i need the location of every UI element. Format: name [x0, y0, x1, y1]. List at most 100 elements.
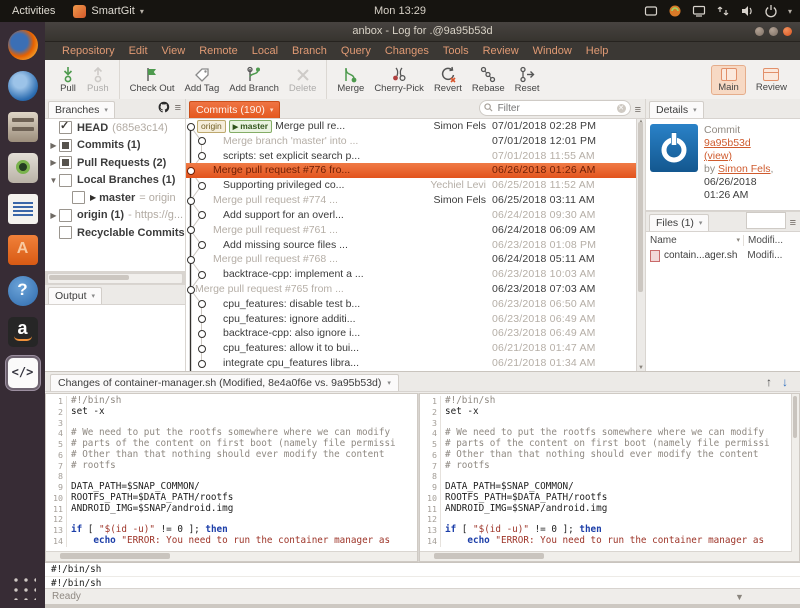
- expander-icon[interactable]: ▶: [48, 211, 59, 220]
- app-indicator[interactable]: SmartGit ▾: [73, 5, 143, 18]
- add-branch-button[interactable]: Add Branch: [224, 65, 284, 94]
- commit-row[interactable]: Merge pull request #768 ...06/24/2018 05…: [186, 252, 645, 267]
- diff-pane-right[interactable]: 1#!/bin/sh2set -x34# We need to put the …: [419, 393, 800, 562]
- commits-menu-icon[interactable]: ≡: [635, 105, 641, 115]
- reset-button[interactable]: Reset: [510, 65, 545, 94]
- files-filter-input[interactable]: [746, 212, 786, 229]
- commit-sha-link[interactable]: 9a95b53d: [704, 137, 751, 149]
- installer-icon[interactable]: [8, 235, 38, 265]
- commit-row[interactable]: Add support for an overl...06/24/2018 09…: [186, 208, 645, 223]
- cherry-pick-button[interactable]: Cherry-Pick: [369, 65, 429, 94]
- camera-icon[interactable]: [8, 153, 38, 183]
- file-row[interactable]: contain...ager.shModifi...: [646, 248, 800, 263]
- menu-changes[interactable]: Changes: [378, 45, 436, 57]
- window-titlebar[interactable]: anbox - Log for .@9a95b53d: [45, 22, 800, 42]
- main-view-button[interactable]: Main: [711, 65, 746, 95]
- display-icon[interactable]: [692, 4, 706, 18]
- menu-edit[interactable]: Edit: [122, 45, 155, 57]
- files-menu-icon[interactable]: ≡: [790, 218, 796, 228]
- review-view-button[interactable]: Review: [749, 65, 794, 95]
- merge-button[interactable]: Merge: [332, 65, 369, 94]
- updates-icon[interactable]: [668, 4, 682, 18]
- menu-branch[interactable]: Branch: [285, 45, 334, 57]
- commit-secondary-link[interactable]: (view): [704, 150, 732, 162]
- commit-row[interactable]: cpu_features: allow it to bui...06/21/20…: [186, 341, 645, 356]
- revert-button[interactable]: Revert: [429, 65, 467, 94]
- network-icon[interactable]: [716, 4, 730, 18]
- commit-row[interactable]: Merge pull request #774 ...Simon Fels06/…: [186, 193, 645, 208]
- tree-item-head[interactable]: HEAD(685e3c14): [45, 119, 185, 137]
- tree-item-local-branches-1-[interactable]: ▼Local Branches (1): [45, 172, 185, 190]
- power-icon[interactable]: [764, 4, 778, 18]
- minimize-button[interactable]: [755, 27, 764, 36]
- commit-row[interactable]: integrate cpu_features libra...06/21/201…: [186, 356, 645, 371]
- checkbox[interactable]: [59, 121, 72, 134]
- expander-icon[interactable]: ▶: [48, 158, 59, 167]
- mini-line[interactable]: #!/bin/sh: [45, 563, 800, 577]
- commit-row[interactable]: Supporting privileged co...Yechiel Levi0…: [186, 178, 645, 193]
- commit-row[interactable]: scripts: set explicit search p...07/01/2…: [186, 149, 645, 164]
- changes-title-tab[interactable]: Changes of container-manager.sh (Modifie…: [50, 374, 399, 391]
- menu-repository[interactable]: Repository: [55, 45, 122, 57]
- commit-row[interactable]: backtrace-cpp: also ignore i...06/23/201…: [186, 326, 645, 341]
- checkbox[interactable]: [59, 156, 72, 169]
- volume-icon[interactable]: [740, 4, 754, 18]
- commit-row[interactable]: backtrace-cpp: implement a ...06/23/2018…: [186, 267, 645, 282]
- commit-row[interactable]: Merge pull request #776 fro...06/26/2018…: [186, 163, 645, 178]
- filter-clear-icon[interactable]: ✕: [617, 104, 626, 113]
- rebase-button[interactable]: Rebase: [467, 65, 510, 94]
- commit-row[interactable]: originmasterMerge pull re...Simon Fels07…: [186, 119, 645, 134]
- commit-row[interactable]: Add missing source files ...06/23/2018 0…: [186, 238, 645, 253]
- checkbox[interactable]: [59, 209, 72, 222]
- files-header-modified[interactable]: Modifi...: [744, 235, 783, 246]
- output-tab[interactable]: Output ▾: [48, 287, 102, 304]
- activities-button[interactable]: Activities: [10, 5, 57, 17]
- commit-row[interactable]: Merge pull request #765 from ...06/23/20…: [186, 282, 645, 297]
- pull-button[interactable]: Pull: [54, 65, 82, 94]
- horizontal-scrollbar[interactable]: [420, 551, 799, 561]
- tree-item-recyclable-commits[interactable]: Recyclable Commits: [45, 224, 185, 242]
- horizontal-scrollbar[interactable]: [46, 551, 417, 561]
- commits-filter-input[interactable]: [496, 102, 614, 115]
- checkbox[interactable]: [59, 226, 72, 239]
- commit-row[interactable]: Merge branch 'master' into ...07/01/2018…: [186, 134, 645, 149]
- branches-tab[interactable]: Branches ▾: [48, 101, 115, 118]
- maximize-button[interactable]: [769, 27, 778, 36]
- github-icon[interactable]: [158, 101, 170, 115]
- writer-document-icon[interactable]: [8, 194, 38, 224]
- commit-row[interactable]: cpu_features: disable test b...06/23/201…: [186, 297, 645, 312]
- menu-query[interactable]: Query: [334, 45, 378, 57]
- menu-remote[interactable]: Remote: [192, 45, 245, 57]
- firefox-icon[interactable]: [8, 30, 38, 60]
- tree-item-commits-1-[interactable]: ▶Commits (1): [45, 137, 185, 155]
- menu-tools[interactable]: Tools: [436, 45, 476, 57]
- thunderbird-icon[interactable]: [8, 71, 38, 101]
- files-header-name[interactable]: Name ▾: [646, 235, 744, 246]
- menu-local[interactable]: Local: [245, 45, 285, 57]
- file-cabinet-icon[interactable]: [8, 112, 38, 142]
- status-caret-icon[interactable]: ▼: [735, 592, 744, 602]
- commit-row[interactable]: Merge pull request #761 ...06/24/2018 06…: [186, 223, 645, 238]
- menu-window[interactable]: Window: [526, 45, 579, 57]
- checkbox[interactable]: [59, 174, 72, 187]
- chevron-down-icon[interactable]: ▾: [788, 7, 792, 16]
- check-out-button[interactable]: Check Out: [125, 65, 180, 94]
- app-grid-icon[interactable]: [10, 574, 36, 600]
- commit-row[interactable]: cpu_features: ignore additi...06/23/2018…: [186, 312, 645, 327]
- amazon-icon[interactable]: [8, 317, 38, 347]
- menu-review[interactable]: Review: [476, 45, 526, 57]
- tree-item-origin-1-[interactable]: ▶origin (1)- https://g...: [45, 207, 185, 225]
- code-editor-icon[interactable]: [8, 358, 38, 388]
- checkbox[interactable]: [59, 139, 72, 152]
- branches-menu-icon[interactable]: ≡: [175, 103, 181, 113]
- vertical-scrollbar[interactable]: ▲▼: [636, 119, 645, 371]
- commits-tab[interactable]: Commits (190) ▾: [189, 101, 280, 118]
- keyboard-indicator-icon[interactable]: [644, 4, 658, 18]
- prev-change-button[interactable]: ↑: [766, 375, 772, 389]
- close-button[interactable]: [783, 27, 792, 36]
- tree-item-pull-requests-2-[interactable]: ▶Pull Requests (2): [45, 154, 185, 172]
- expander-icon[interactable]: ▼: [48, 176, 59, 185]
- author-link[interactable]: Simon Fels: [718, 163, 771, 175]
- next-change-button[interactable]: ↓: [782, 375, 788, 389]
- help-icon[interactable]: [8, 276, 38, 306]
